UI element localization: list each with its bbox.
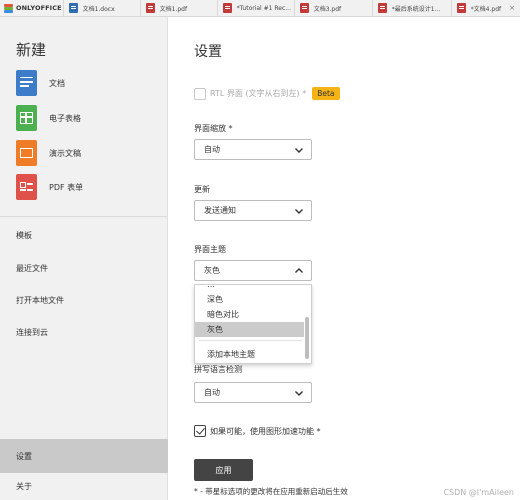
brand[interactable]: ONLYOFFICE: [0, 0, 64, 16]
theme-select[interactable]: 灰色: [194, 260, 312, 281]
watermark: CSDN @I'mAileen: [443, 488, 514, 497]
tab-document[interactable]: 文档1.pdf: [141, 0, 218, 16]
create-new-title: 新建: [16, 41, 47, 59]
tab-document[interactable]: 文档1.docx: [64, 0, 141, 16]
update-label: 更新: [194, 185, 210, 194]
pdf-file-icon: [222, 3, 232, 13]
tab-document-active[interactable]: *文档4.pdf ×: [452, 0, 520, 16]
create-spreadsheet-button[interactable]: 电子表格: [16, 105, 166, 131]
update-select[interactable]: 发送通知: [194, 200, 312, 221]
sidebar-item-label: 最近文件: [16, 263, 48, 273]
sidebar-item-about[interactable]: 关于: [0, 473, 168, 500]
hw-accel-checkbox[interactable]: [194, 425, 206, 437]
spellcheck-value: 自动: [204, 388, 220, 397]
theme-option-gray[interactable]: 灰色: [195, 322, 304, 337]
pdf-form-icon: [16, 174, 37, 200]
rtl-label: RTL 界面 (文字从右到左) *: [210, 89, 307, 98]
sidebar-item-label: 连接到云: [16, 327, 48, 337]
theme-option-dark[interactable]: 深色: [195, 292, 304, 307]
create-presentation-button[interactable]: 演示文稿: [16, 140, 166, 166]
pdf-file-icon: [145, 3, 155, 13]
chevron-up-icon: [295, 268, 303, 273]
create-document-button[interactable]: 文档: [16, 70, 166, 96]
tab-label: 文档3.pdf: [313, 5, 342, 13]
tab-label: *Tutorial #1 Rec...: [236, 4, 291, 12]
sidebar-item-label: 设置: [16, 451, 32, 461]
pdf-file-icon: [299, 3, 309, 13]
tab-label: 文档1.docx: [82, 5, 115, 13]
brand-name: ONLYOFFICE: [16, 4, 62, 12]
pdf-file-icon: [377, 3, 387, 13]
sidebar-item-templates[interactable]: 模板: [0, 219, 168, 251]
presentation-icon: [16, 140, 37, 166]
theme-value: 灰色: [204, 266, 220, 275]
sidebar-item-recent-files[interactable]: 最近文件: [0, 252, 168, 284]
create-item-label: 演示文稿: [49, 148, 81, 158]
tab-label: 文档1.pdf: [159, 5, 188, 13]
sidebar-item-label: 关于: [16, 482, 32, 491]
document-icon: [16, 70, 37, 96]
sidebar-item-settings[interactable]: 设置: [0, 439, 168, 473]
create-pdf-form-button[interactable]: PDF 表单: [16, 174, 166, 200]
sidebar-item-open-local-file[interactable]: 打开本地文件: [0, 284, 168, 316]
onlyoffice-logo-icon: [4, 3, 13, 13]
chevron-down-icon: [295, 209, 303, 214]
create-item-label: 电子表格: [49, 113, 81, 123]
dropdown-item-partial[interactable]: …: [207, 285, 215, 289]
dropdown-divider: [199, 340, 302, 341]
spellcheck-select[interactable]: 自动: [194, 382, 312, 403]
rtl-option: RTL 界面 (文字从右到左) * Beta: [194, 87, 340, 100]
sidebar: 新建 文档 电子表格 演示文稿 PDF 表单 模板 最近文件 打开本地文件 连接…: [0, 17, 168, 500]
close-icon[interactable]: ×: [507, 4, 517, 12]
settings-panel: 设置 RTL 界面 (文字从右到左) * Beta 界面缩放 * 自动 更新 发…: [169, 17, 520, 500]
hw-accel-label: 如果可能，使用图形加速功能 *: [210, 426, 321, 436]
theme-label: 界面主题: [194, 245, 226, 254]
add-local-theme-option[interactable]: 添加本地主题: [195, 347, 304, 362]
create-item-label: 文档: [49, 78, 65, 88]
scale-label: 界面缩放 *: [194, 124, 233, 133]
dropdown-scrollbar[interactable]: [305, 317, 309, 359]
sidebar-item-label: 打开本地文件: [16, 295, 64, 305]
docx-file-icon: [68, 3, 78, 13]
tab-label: *最后系统设计1...: [391, 5, 441, 13]
spellcheck-label: 拼写语言检测: [194, 365, 242, 374]
rtl-checkbox[interactable]: [194, 87, 206, 100]
page-title: 设置: [194, 44, 222, 60]
sidebar-item-label: 模板: [16, 230, 32, 240]
scale-value: 自动: [204, 145, 220, 154]
tab-bar: ONLYOFFICE 文档1.docx 文档1.pdf *Tutorial #1…: [0, 0, 520, 17]
theme-dropdown: … 深色 暗色对比 灰色 添加本地主题: [194, 284, 312, 364]
chevron-down-icon: [295, 391, 303, 396]
create-item-label: PDF 表单: [49, 182, 84, 192]
sidebar-item-connect-cloud[interactable]: 连接到云: [0, 316, 168, 348]
tab-label: *文档4.pdf: [470, 5, 502, 13]
sidebar-divider: [0, 216, 168, 217]
spreadsheet-icon: [16, 105, 37, 131]
hw-accel-option: 如果可能，使用图形加速功能 *: [194, 425, 321, 437]
theme-option-dark-contrast[interactable]: 暗色对比: [195, 307, 304, 322]
beta-badge: Beta: [312, 87, 340, 100]
tab-document[interactable]: *最后系统设计1...: [373, 0, 452, 16]
apply-button[interactable]: 应用: [194, 459, 253, 481]
scale-select[interactable]: 自动: [194, 139, 312, 160]
chevron-down-icon: [295, 148, 303, 153]
tab-document[interactable]: *Tutorial #1 Rec...: [218, 0, 295, 16]
restart-note: * - 带星标选项的更改将在应用重新启动后生效: [194, 487, 348, 496]
update-value: 发送通知: [204, 206, 236, 215]
tab-document[interactable]: 文档3.pdf: [295, 0, 373, 16]
pdf-file-icon: [456, 3, 466, 13]
